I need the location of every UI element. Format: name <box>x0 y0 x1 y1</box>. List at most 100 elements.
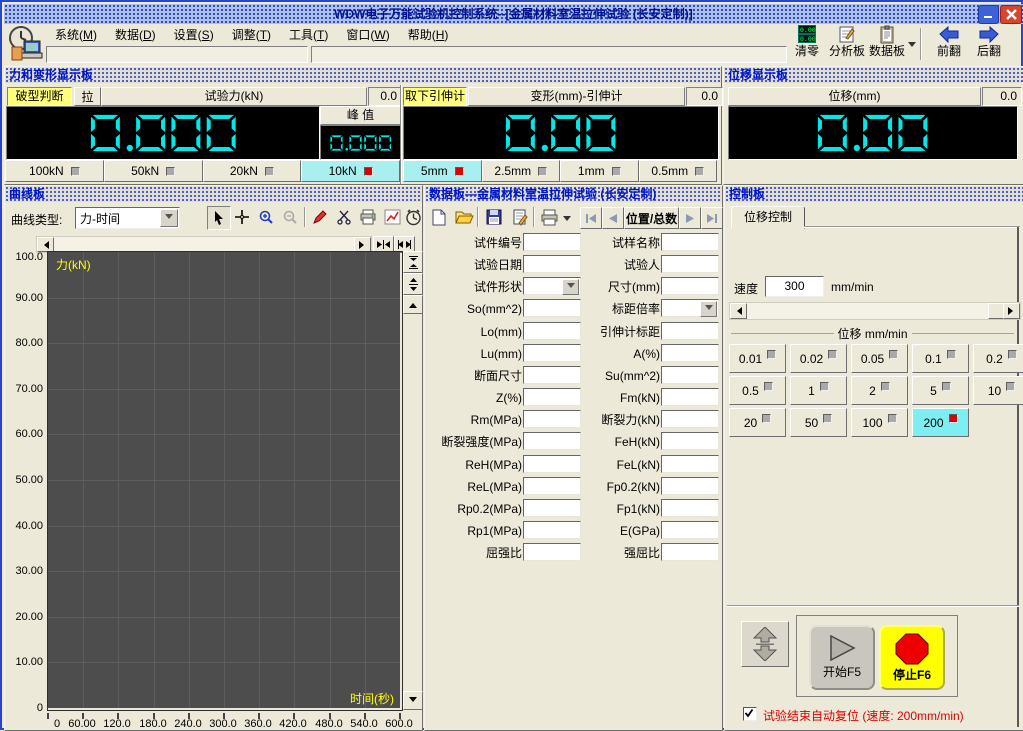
zoom-out-button[interactable] <box>279 206 301 228</box>
close-button[interactable] <box>1000 5 1022 24</box>
force-display <box>6 106 320 160</box>
pull-direction-button[interactable]: 拉 <box>74 87 101 106</box>
scroll-down-button[interactable] <box>403 691 423 710</box>
speed-button-0.02[interactable]: 0.02 <box>790 344 847 373</box>
speed-button-200[interactable]: 200 <box>912 408 969 437</box>
scroll-left-button[interactable] <box>37 237 54 252</box>
nav-first-button[interactable] <box>580 207 602 229</box>
right-field-input-5[interactable] <box>661 344 719 362</box>
chart-plot-area[interactable]: 力(kN) 时间(秒) <box>47 251 403 711</box>
open-file-button[interactable] <box>453 206 475 228</box>
right-field-input-14[interactable] <box>661 543 719 561</box>
save-as-button[interactable] <box>509 206 531 228</box>
right-field-input-7[interactable] <box>661 388 719 406</box>
deform-range-button-0[interactable]: 5mm <box>403 160 482 182</box>
minimize-button[interactable] <box>978 5 999 24</box>
menu-item-1[interactable]: 数据(D) <box>106 27 165 44</box>
right-field-input-1[interactable] <box>661 255 719 273</box>
chevron-down-icon[interactable] <box>160 209 178 227</box>
menu-item-3[interactable]: 调整(T) <box>223 27 280 44</box>
zoom-in-button[interactable] <box>255 206 277 228</box>
speed-button-0.05[interactable]: 0.05 <box>851 344 908 373</box>
right-field-input-8[interactable] <box>661 410 719 428</box>
menu-item-6[interactable]: 帮助(H) <box>399 27 458 44</box>
scroll-up-button[interactable] <box>403 295 423 314</box>
jog-arrows-icon <box>752 627 778 661</box>
data-board-button[interactable]: 数据板 <box>868 25 906 63</box>
speed-input[interactable]: 300 <box>765 276 824 297</box>
data-board-dropdown-icon[interactable] <box>908 42 916 51</box>
right-field-input-11[interactable] <box>661 477 719 495</box>
deform-range-button-2[interactable]: 1mm <box>560 160 639 182</box>
scroll-right-button[interactable] <box>354 237 371 252</box>
speed-button-0.5[interactable]: 0.5 <box>729 376 786 405</box>
right-field-input-3[interactable] <box>661 299 719 317</box>
svg-text:0.00: 0.00 <box>800 35 816 43</box>
deform-range-button-3[interactable]: 0.5mm <box>639 160 718 182</box>
speed-label: 速度 <box>734 280 758 297</box>
speed-button-2[interactable]: 2 <box>851 376 908 405</box>
right-field-input-9[interactable] <box>661 432 719 450</box>
y-axis-compress-button[interactable] <box>403 251 423 273</box>
force-range-button-2[interactable]: 20kN <box>203 160 302 182</box>
save-button[interactable] <box>483 206 505 228</box>
right-field-input-6[interactable] <box>661 366 719 384</box>
right-field-input-4[interactable] <box>661 322 719 340</box>
cut-tool-button[interactable] <box>333 206 355 228</box>
speed-button-20[interactable]: 20 <box>729 408 786 437</box>
cursor-tool-button[interactable] <box>207 206 231 230</box>
print-dropdown-icon[interactable] <box>563 216 571 225</box>
nav-next-button[interactable] <box>679 207 701 229</box>
right-field-input-12[interactable] <box>661 499 719 517</box>
menu-item-0[interactable]: 系统(M) <box>46 27 106 44</box>
nav-last-button[interactable] <box>701 207 723 229</box>
tab-displacement-control[interactable]: 位移控制 <box>731 206 805 229</box>
scroll-left-button[interactable] <box>730 303 747 319</box>
speed-button-1[interactable]: 1 <box>790 376 847 405</box>
jog-up-down-button[interactable] <box>741 621 789 667</box>
speed-button-50[interactable]: 50 <box>790 408 847 437</box>
nav-prev-button[interactable] <box>602 207 624 229</box>
print-button[interactable] <box>538 206 560 228</box>
speed-button-0.1[interactable]: 0.1 <box>912 344 969 373</box>
force-range-button-1[interactable]: 50kN <box>104 160 203 182</box>
start-button[interactable]: 开始F5 <box>809 625 875 690</box>
right-field-input-10[interactable] <box>661 455 719 473</box>
analysis-board-button[interactable]: 分析板 <box>828 25 866 63</box>
print-curve-button[interactable] <box>357 206 379 228</box>
speed-button-0.01[interactable]: 0.01 <box>729 344 786 373</box>
y-axis-expand-button[interactable] <box>403 273 423 295</box>
timer-button[interactable] <box>402 206 424 228</box>
stop-button[interactable]: 停止F6 <box>879 625 945 690</box>
speed-button-0.2[interactable]: 0.2 <box>973 344 1023 373</box>
scroll-right-button[interactable] <box>1003 303 1020 319</box>
speed-button-label: 50 <box>805 416 818 430</box>
crosshair-tool-button[interactable] <box>231 206 253 228</box>
menu-item-2[interactable]: 设置(S) <box>165 27 223 44</box>
separator-groove <box>727 605 1019 607</box>
right-field-input-13[interactable] <box>661 521 719 539</box>
page-next-button[interactable]: 后翻 <box>970 25 1008 63</box>
right-field-input-0[interactable] <box>661 233 719 251</box>
force-range-button-0[interactable]: 100kN <box>5 160 104 182</box>
menu-item-4[interactable]: 工具(T) <box>280 27 337 44</box>
right-field-input-2[interactable] <box>661 277 719 295</box>
deform-range-button-1[interactable]: 2.5mm <box>482 160 561 182</box>
menu-item-5[interactable]: 窗口(W) <box>337 27 398 44</box>
speed-button-5[interactable]: 5 <box>912 376 969 405</box>
clear-zero-button[interactable]: 0.00 0.00 清零 <box>788 25 826 63</box>
speed-button-10[interactable]: 10 <box>973 376 1023 405</box>
deform-header: 变形(mm)-引伸计 <box>468 87 685 106</box>
curve-type-select[interactable]: 力-时间 <box>75 207 180 229</box>
left-field-label-5: Lu(mm) <box>425 345 522 363</box>
new-file-button[interactable] <box>428 206 450 228</box>
page-prev-button[interactable]: 前翻 <box>930 25 968 63</box>
auto-reset-checkbox[interactable] <box>743 707 757 721</box>
speed-button-100[interactable]: 100 <box>851 408 908 437</box>
speed-scrollbar[interactable] <box>729 302 1021 320</box>
marker-tool-button[interactable] <box>309 206 331 228</box>
speed-indicator <box>942 382 951 391</box>
chevron-down-icon[interactable] <box>700 301 717 317</box>
force-range-button-3[interactable]: 10kN <box>301 160 400 182</box>
chart-settings-button[interactable] <box>381 206 403 228</box>
